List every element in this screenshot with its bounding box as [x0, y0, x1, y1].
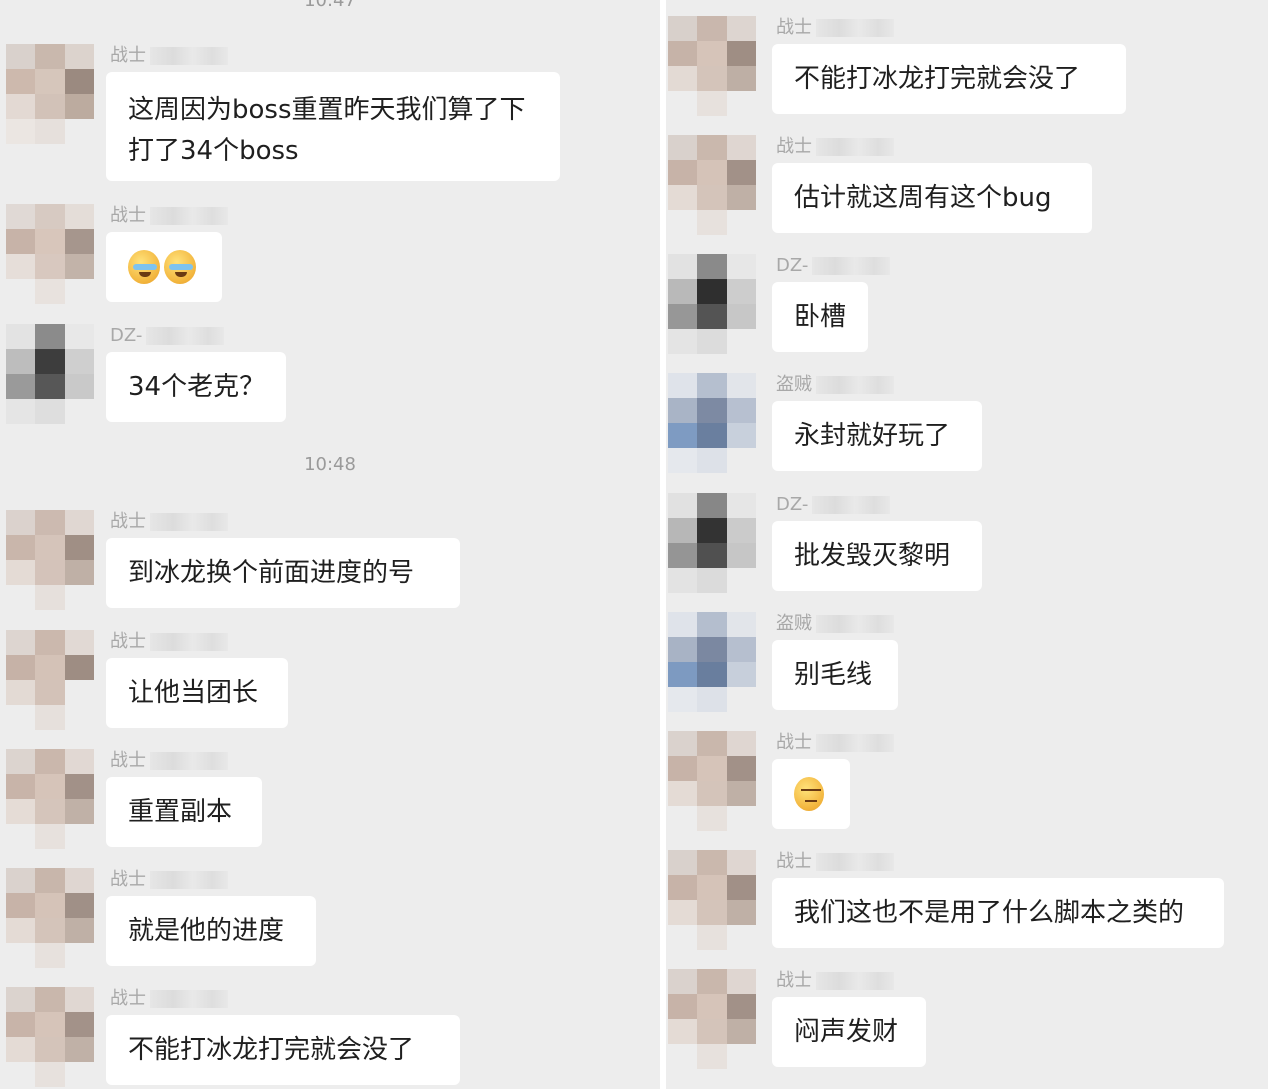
avatar[interactable]: [668, 850, 756, 950]
avatar[interactable]: [668, 135, 756, 235]
sender-name: 战士: [776, 135, 894, 159]
avatar[interactable]: [668, 969, 756, 1069]
avatar[interactable]: [668, 493, 756, 593]
message-bubble[interactable]: 重置副本: [106, 777, 262, 847]
avatar[interactable]: [6, 324, 94, 424]
message-bubble[interactable]: 到冰龙换个前面进度的号: [106, 538, 460, 608]
avatar[interactable]: [6, 987, 94, 1087]
sender-name: 战士: [776, 969, 894, 993]
sender-name: 战士: [110, 749, 228, 773]
avatar[interactable]: [668, 612, 756, 712]
message-bubble[interactable]: 不能打冰龙打完就会没了: [106, 1015, 460, 1085]
message-bubble[interactable]: 批发毁灭黎明: [772, 521, 982, 591]
timestamp: 10:47: [304, 0, 356, 11]
message-bubble[interactable]: [106, 232, 222, 302]
sender-name: 盗贼: [776, 373, 894, 397]
message-bubble[interactable]: 34个老克？: [106, 352, 286, 422]
sender-name: 战士: [110, 44, 228, 68]
message-bubble[interactable]: 就是他的进度: [106, 896, 316, 966]
sender-name: 战士: [110, 868, 228, 892]
sender-name: 战士: [110, 630, 228, 654]
sender-name: 战士: [776, 850, 894, 874]
sender-name: DZ-: [110, 324, 225, 348]
avatar[interactable]: [6, 204, 94, 304]
right-chat-panel: 战士 不能打冰龙打完就会没了 战士 估计就这周有这个bug DZ- 卧槽 盗贼 …: [666, 0, 1268, 1089]
avatar[interactable]: [668, 254, 756, 354]
left-chat-panel: 10:47 战士 这周因为boss重置昨天我们算了下打了34个boss 战士 D…: [0, 0, 660, 1089]
message-bubble[interactable]: 不能打冰龙打完就会没了: [772, 44, 1126, 114]
avatar[interactable]: [668, 731, 756, 831]
avatar[interactable]: [6, 510, 94, 610]
avatar[interactable]: [668, 373, 756, 473]
sender-name: DZ-: [776, 254, 891, 278]
message-bubble[interactable]: [772, 759, 850, 829]
avatar[interactable]: [6, 630, 94, 730]
crying-face-icon: [164, 250, 196, 284]
sender-name: 战士: [776, 731, 894, 755]
timestamp: 10:48: [304, 454, 356, 475]
message-bubble[interactable]: 估计就这周有这个bug: [772, 163, 1092, 233]
sender-name: 盗贼: [776, 612, 894, 636]
message-bubble[interactable]: 我们这也不是用了什么脚本之类的: [772, 878, 1224, 948]
sender-name: DZ-: [776, 493, 891, 517]
avatar[interactable]: [6, 44, 94, 144]
sender-name: 战士: [110, 987, 228, 1011]
sender-name: 战士: [110, 204, 228, 228]
message-bubble[interactable]: 别毛线: [772, 640, 898, 710]
avatar[interactable]: [6, 868, 94, 968]
message-bubble[interactable]: 闷声发财: [772, 997, 926, 1067]
message-bubble[interactable]: 这周因为boss重置昨天我们算了下打了34个boss: [106, 72, 560, 181]
message-bubble[interactable]: 让他当团长: [106, 658, 288, 728]
sender-name: 战士: [110, 510, 228, 534]
unamused-face-icon: [794, 777, 824, 811]
avatar[interactable]: [6, 749, 94, 849]
crying-face-icon: [128, 250, 160, 284]
message-bubble[interactable]: 永封就好玩了: [772, 401, 982, 471]
sender-name: 战士: [776, 16, 894, 40]
avatar[interactable]: [668, 16, 756, 116]
message-bubble[interactable]: 卧槽: [772, 282, 868, 352]
